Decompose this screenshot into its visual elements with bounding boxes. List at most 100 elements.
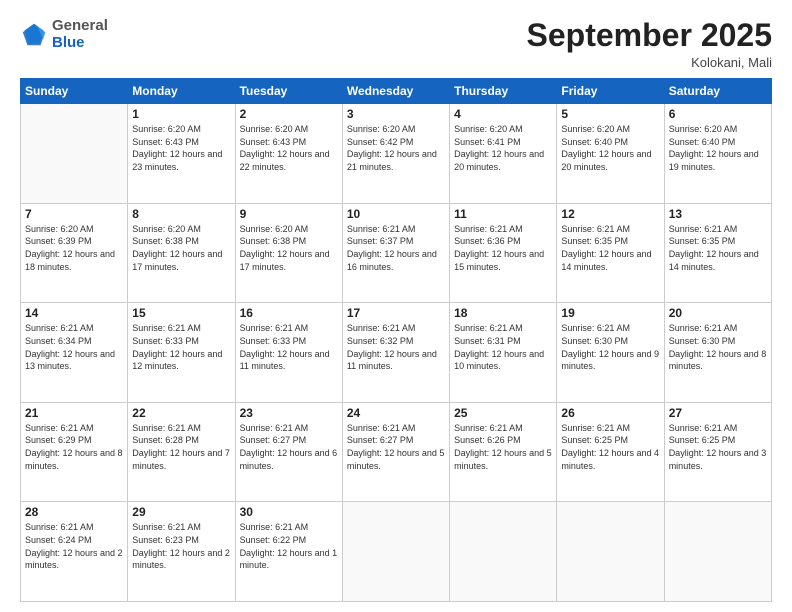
col-saturday: Saturday <box>664 79 771 104</box>
day-info: Sunrise: 6:20 AM Sunset: 6:40 PM Dayligh… <box>561 123 659 173</box>
table-row: 27 Sunrise: 6:21 AM Sunset: 6:25 PM Dayl… <box>664 402 771 502</box>
title-block: September 2025 Kolokani, Mali <box>527 18 772 70</box>
table-row: 16 Sunrise: 6:21 AM Sunset: 6:33 PM Dayl… <box>235 303 342 403</box>
daylight-text: Daylight: 12 hours and 17 minutes. <box>240 248 338 273</box>
sunset-text: Sunset: 6:24 PM <box>25 534 123 547</box>
day-info: Sunrise: 6:21 AM Sunset: 6:33 PM Dayligh… <box>240 322 338 372</box>
day-number: 8 <box>132 207 230 221</box>
col-tuesday: Tuesday <box>235 79 342 104</box>
table-row: 8 Sunrise: 6:20 AM Sunset: 6:38 PM Dayli… <box>128 203 235 303</box>
sunset-text: Sunset: 6:36 PM <box>454 235 552 248</box>
daylight-text: Daylight: 12 hours and 5 minutes. <box>347 447 445 472</box>
sunrise-text: Sunrise: 6:21 AM <box>240 521 338 534</box>
table-row: 15 Sunrise: 6:21 AM Sunset: 6:33 PM Dayl… <box>128 303 235 403</box>
logo-text: General Blue <box>52 18 108 51</box>
day-info: Sunrise: 6:21 AM Sunset: 6:35 PM Dayligh… <box>669 223 767 273</box>
sunset-text: Sunset: 6:25 PM <box>669 434 767 447</box>
calendar-table: Sunday Monday Tuesday Wednesday Thursday… <box>20 78 772 602</box>
daylight-text: Daylight: 12 hours and 16 minutes. <box>347 248 445 273</box>
location: Kolokani, Mali <box>527 55 772 70</box>
day-info: Sunrise: 6:20 AM Sunset: 6:40 PM Dayligh… <box>669 123 767 173</box>
day-number: 29 <box>132 505 230 519</box>
col-wednesday: Wednesday <box>342 79 449 104</box>
day-number: 26 <box>561 406 659 420</box>
day-number: 2 <box>240 107 338 121</box>
sunrise-text: Sunrise: 6:21 AM <box>347 223 445 236</box>
daylight-text: Daylight: 12 hours and 8 minutes. <box>669 348 767 373</box>
day-number: 7 <box>25 207 123 221</box>
sunset-text: Sunset: 6:33 PM <box>132 335 230 348</box>
table-row: 21 Sunrise: 6:21 AM Sunset: 6:29 PM Dayl… <box>21 402 128 502</box>
sunset-text: Sunset: 6:25 PM <box>561 434 659 447</box>
table-row: 18 Sunrise: 6:21 AM Sunset: 6:31 PM Dayl… <box>450 303 557 403</box>
sunrise-text: Sunrise: 6:21 AM <box>561 322 659 335</box>
day-number: 15 <box>132 306 230 320</box>
sunset-text: Sunset: 6:40 PM <box>669 136 767 149</box>
daylight-text: Daylight: 12 hours and 2 minutes. <box>25 547 123 572</box>
day-number: 1 <box>132 107 230 121</box>
daylight-text: Daylight: 12 hours and 14 minutes. <box>561 248 659 273</box>
sunrise-text: Sunrise: 6:21 AM <box>669 422 767 435</box>
day-number: 10 <box>347 207 445 221</box>
day-info: Sunrise: 6:21 AM Sunset: 6:35 PM Dayligh… <box>561 223 659 273</box>
daylight-text: Daylight: 12 hours and 2 minutes. <box>132 547 230 572</box>
day-number: 3 <box>347 107 445 121</box>
daylight-text: Daylight: 12 hours and 14 minutes. <box>669 248 767 273</box>
day-info: Sunrise: 6:21 AM Sunset: 6:26 PM Dayligh… <box>454 422 552 472</box>
calendar-week-row: 21 Sunrise: 6:21 AM Sunset: 6:29 PM Dayl… <box>21 402 772 502</box>
sunset-text: Sunset: 6:32 PM <box>347 335 445 348</box>
sunset-text: Sunset: 6:37 PM <box>347 235 445 248</box>
table-row: 22 Sunrise: 6:21 AM Sunset: 6:28 PM Dayl… <box>128 402 235 502</box>
daylight-text: Daylight: 12 hours and 13 minutes. <box>25 348 123 373</box>
sunrise-text: Sunrise: 6:20 AM <box>669 123 767 136</box>
sunrise-text: Sunrise: 6:20 AM <box>132 223 230 236</box>
logo-general: General <box>52 18 108 35</box>
table-row: 5 Sunrise: 6:20 AM Sunset: 6:40 PM Dayli… <box>557 104 664 204</box>
sunrise-text: Sunrise: 6:20 AM <box>561 123 659 136</box>
sunrise-text: Sunrise: 6:20 AM <box>240 223 338 236</box>
day-number: 9 <box>240 207 338 221</box>
sunset-text: Sunset: 6:39 PM <box>25 235 123 248</box>
table-row <box>450 502 557 602</box>
sunrise-text: Sunrise: 6:21 AM <box>132 322 230 335</box>
sunset-text: Sunset: 6:30 PM <box>669 335 767 348</box>
daylight-text: Daylight: 12 hours and 15 minutes. <box>454 248 552 273</box>
sunrise-text: Sunrise: 6:21 AM <box>25 322 123 335</box>
sunset-text: Sunset: 6:28 PM <box>132 434 230 447</box>
day-info: Sunrise: 6:21 AM Sunset: 6:37 PM Dayligh… <box>347 223 445 273</box>
sunset-text: Sunset: 6:42 PM <box>347 136 445 149</box>
day-number: 6 <box>669 107 767 121</box>
daylight-text: Daylight: 12 hours and 3 minutes. <box>669 447 767 472</box>
day-info: Sunrise: 6:20 AM Sunset: 6:41 PM Dayligh… <box>454 123 552 173</box>
day-number: 5 <box>561 107 659 121</box>
table-row: 13 Sunrise: 6:21 AM Sunset: 6:35 PM Dayl… <box>664 203 771 303</box>
day-number: 25 <box>454 406 552 420</box>
day-info: Sunrise: 6:20 AM Sunset: 6:38 PM Dayligh… <box>240 223 338 273</box>
day-info: Sunrise: 6:20 AM Sunset: 6:42 PM Dayligh… <box>347 123 445 173</box>
sunrise-text: Sunrise: 6:20 AM <box>132 123 230 136</box>
day-number: 11 <box>454 207 552 221</box>
sunset-text: Sunset: 6:35 PM <box>669 235 767 248</box>
sunrise-text: Sunrise: 6:20 AM <box>240 123 338 136</box>
day-number: 27 <box>669 406 767 420</box>
month-title: September 2025 <box>527 18 772 53</box>
day-info: Sunrise: 6:20 AM Sunset: 6:43 PM Dayligh… <box>240 123 338 173</box>
table-row: 4 Sunrise: 6:20 AM Sunset: 6:41 PM Dayli… <box>450 104 557 204</box>
sunset-text: Sunset: 6:27 PM <box>347 434 445 447</box>
daylight-text: Daylight: 12 hours and 11 minutes. <box>240 348 338 373</box>
sunset-text: Sunset: 6:27 PM <box>240 434 338 447</box>
day-number: 30 <box>240 505 338 519</box>
table-row: 10 Sunrise: 6:21 AM Sunset: 6:37 PM Dayl… <box>342 203 449 303</box>
sunset-text: Sunset: 6:22 PM <box>240 534 338 547</box>
day-info: Sunrise: 6:21 AM Sunset: 6:33 PM Dayligh… <box>132 322 230 372</box>
day-number: 20 <box>669 306 767 320</box>
day-number: 23 <box>240 406 338 420</box>
daylight-text: Daylight: 12 hours and 11 minutes. <box>347 348 445 373</box>
logo: General Blue <box>20 18 108 51</box>
daylight-text: Daylight: 12 hours and 5 minutes. <box>454 447 552 472</box>
daylight-text: Daylight: 12 hours and 19 minutes. <box>669 148 767 173</box>
col-friday: Friday <box>557 79 664 104</box>
daylight-text: Daylight: 12 hours and 23 minutes. <box>132 148 230 173</box>
table-row <box>664 502 771 602</box>
table-row: 19 Sunrise: 6:21 AM Sunset: 6:30 PM Dayl… <box>557 303 664 403</box>
